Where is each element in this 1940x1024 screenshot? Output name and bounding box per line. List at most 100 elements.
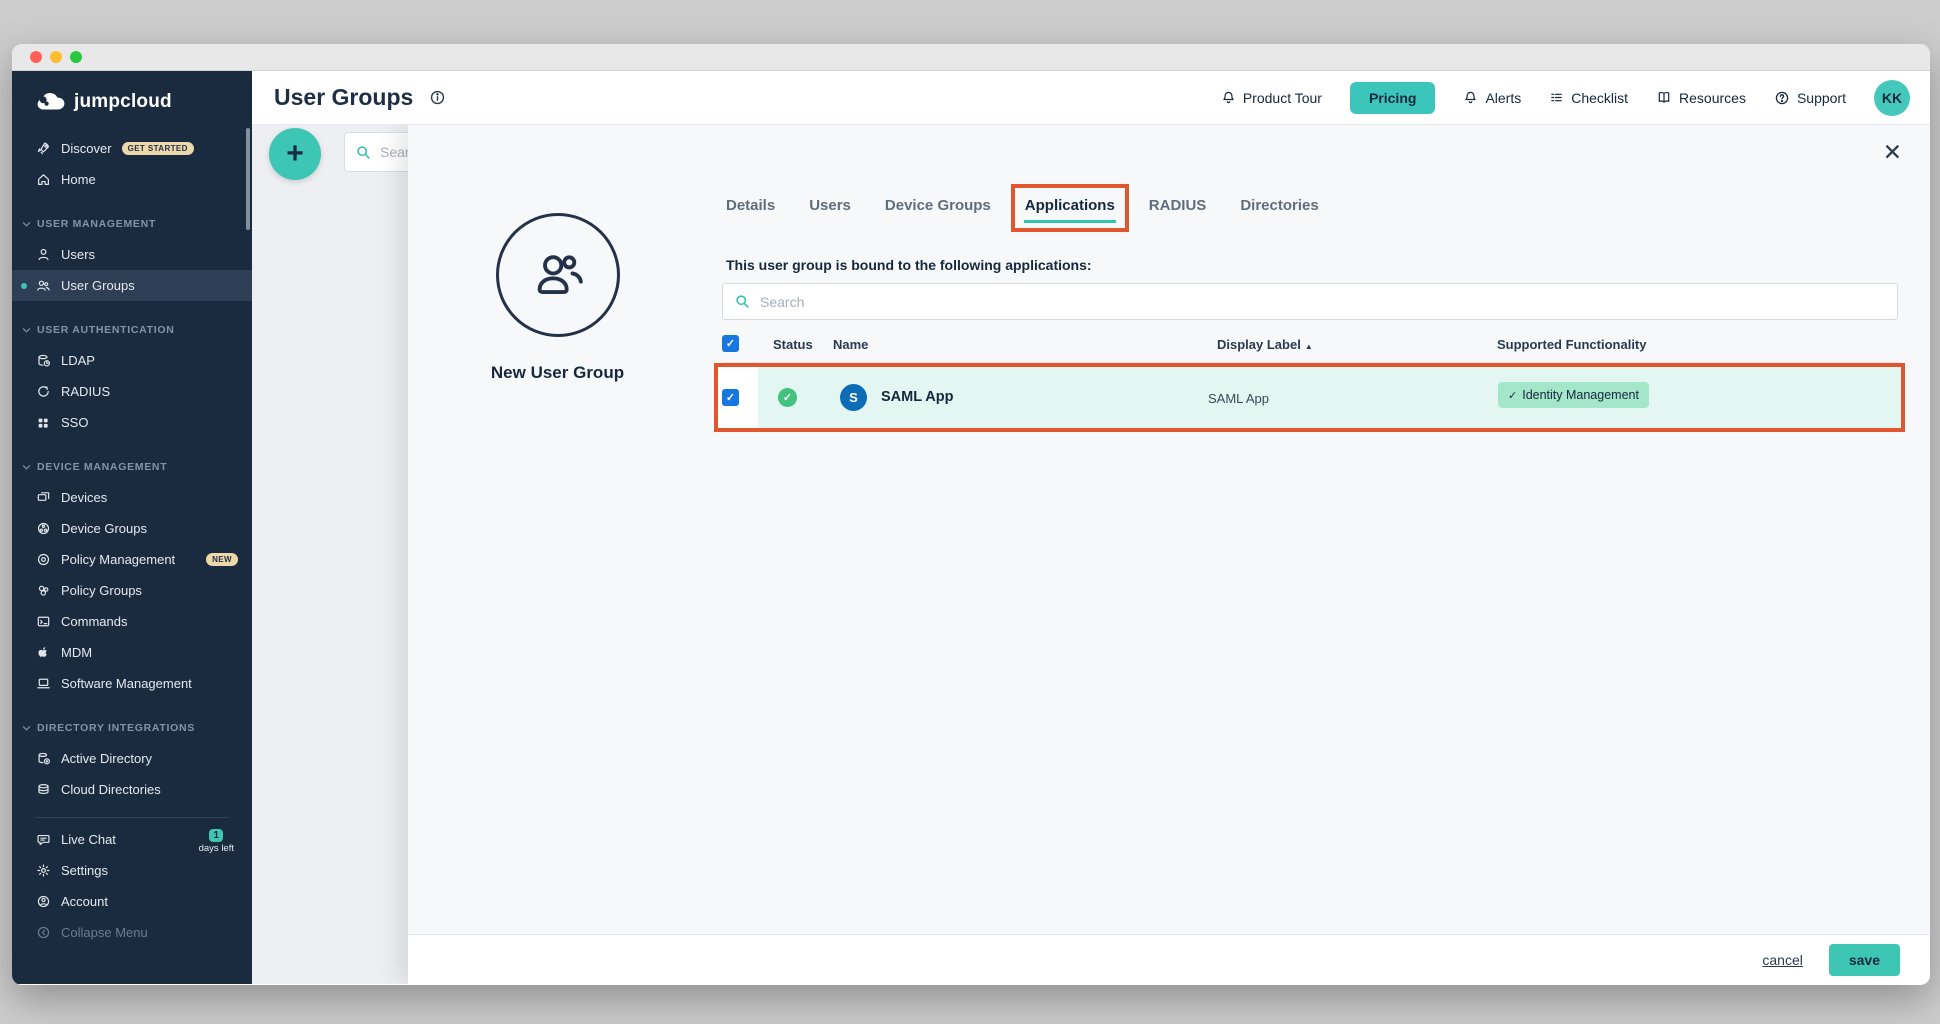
tab-radius[interactable]: RADIUS — [1149, 197, 1207, 214]
sidebar-item-device-groups[interactable]: Device Groups — [12, 513, 252, 544]
row-checkbox[interactable]: ✓ — [722, 389, 739, 406]
trial-days-badge: 1 days left — [199, 826, 234, 854]
product-tour-button[interactable]: Product Tour — [1221, 90, 1322, 106]
new-user-group-panel: ✕ New User Group Details Users Device Gr… — [408, 125, 1930, 984]
desktop-background: jumpcloud Discover GET STARTED Home USER… — [0, 0, 1940, 1024]
tab-device-groups[interactable]: Device Groups — [885, 197, 991, 214]
resources-button[interactable]: Resources — [1656, 90, 1746, 106]
bell-icon — [1463, 90, 1478, 106]
minimize-window-button[interactable] — [50, 51, 62, 63]
sidebar-item-users[interactable]: Users — [12, 239, 252, 270]
tab-directories[interactable]: Directories — [1240, 197, 1318, 214]
checklist-icon — [1549, 90, 1564, 105]
save-button[interactable]: save — [1829, 944, 1900, 976]
sidebar-item-software-management[interactable]: Software Management — [12, 668, 252, 699]
info-icon[interactable] — [429, 89, 446, 106]
app-avatar: S — [840, 384, 867, 411]
radius-icon — [35, 384, 51, 400]
checklist-button[interactable]: Checklist — [1549, 90, 1628, 106]
user-icon — [35, 247, 51, 263]
sidebar-item-devices[interactable]: Devices — [12, 482, 252, 513]
close-window-button[interactable] — [30, 51, 42, 63]
applications-search-input[interactable] — [760, 294, 1886, 310]
chat-bubble-icon — [35, 832, 51, 848]
table-row[interactable]: ✓ S SAML App SAML App ✓ Identity Managem… — [758, 367, 1901, 428]
section-user-authentication[interactable]: USER AUTHENTICATION — [12, 315, 252, 345]
laptop-icon — [35, 676, 51, 692]
zoom-window-button[interactable] — [70, 51, 82, 63]
apple-icon — [35, 645, 51, 661]
group-visual: New User Group — [465, 213, 650, 383]
panel-tabs: Details Users Device Groups Applications… — [726, 197, 1319, 214]
close-icon[interactable]: ✕ — [1883, 141, 1902, 164]
panel-description: This user group is bound to the followin… — [726, 257, 1092, 273]
sidebar-item-account[interactable]: Account — [12, 886, 252, 917]
sort-asc-icon: ▲ — [1305, 342, 1313, 351]
jumpcloud-logo: jumpcloud — [12, 85, 252, 119]
tab-applications[interactable]: Applications — [1025, 197, 1115, 214]
logo-wordmark: jumpcloud — [74, 91, 172, 113]
chevron-down-icon — [22, 221, 31, 228]
column-name[interactable]: Name — [833, 337, 868, 352]
page-header: User Groups Product Tour Pricing Alerts — [252, 71, 1930, 125]
sidebar-item-commands[interactable]: Commands — [12, 606, 252, 637]
sidebar-item-collapse-menu[interactable]: Collapse Menu — [12, 917, 252, 948]
content-area: + ✕ New User Group — [252, 125, 1930, 984]
tab-details[interactable]: Details — [726, 197, 775, 214]
app-name: SAML App — [881, 389, 954, 405]
add-user-group-button[interactable]: + — [269, 128, 321, 180]
column-display-label[interactable]: Display Label▲ — [1217, 337, 1313, 352]
column-status[interactable]: Status — [773, 337, 813, 352]
search-icon — [355, 144, 372, 161]
sidebar-item-live-chat[interactable]: Live Chat 1 days left — [12, 824, 252, 855]
tab-users[interactable]: Users — [809, 197, 851, 214]
sidebar-item-active-directory[interactable]: Active Directory — [12, 743, 252, 774]
user-avatar[interactable]: KK — [1874, 80, 1910, 116]
alerts-button[interactable]: Alerts — [1463, 90, 1521, 106]
user-group-avatar-icon — [496, 213, 620, 337]
directory-database-icon — [35, 751, 51, 767]
sidebar-item-sso[interactable]: SSO — [12, 407, 252, 438]
functionality-badge: ✓ Identity Management — [1498, 382, 1649, 408]
column-supported-functionality[interactable]: Supported Functionality — [1497, 337, 1647, 352]
section-user-management[interactable]: USER MANAGEMENT — [12, 209, 252, 239]
window-titlebar — [12, 44, 1930, 71]
question-circle-icon — [1774, 90, 1790, 106]
cancel-button[interactable]: cancel — [1762, 952, 1802, 968]
panel-footer: cancel save — [408, 934, 1930, 984]
section-directory-integrations[interactable]: DIRECTORY INTEGRATIONS — [12, 713, 252, 743]
sidebar-item-discover[interactable]: Discover GET STARTED — [12, 133, 252, 164]
user-group-icon — [35, 278, 51, 294]
sidebar-divider — [36, 817, 228, 818]
sidebar-item-radius[interactable]: RADIUS — [12, 376, 252, 407]
applications-search-box[interactable] — [722, 283, 1898, 320]
sidebar-item-settings[interactable]: Settings — [12, 855, 252, 886]
status-active-icon: ✓ — [778, 388, 797, 407]
sidebar-item-ldap[interactable]: LDAP — [12, 345, 252, 376]
new-badge: NEW — [206, 553, 238, 566]
app-display-label: SAML App — [1208, 391, 1269, 406]
get-started-badge: GET STARTED — [122, 142, 194, 155]
sidebar-item-user-groups[interactable]: User Groups — [12, 270, 252, 301]
support-button[interactable]: Support — [1774, 90, 1846, 106]
row-check-cell: ✓ — [718, 367, 758, 428]
target-icon — [35, 552, 51, 568]
section-device-management[interactable]: DEVICE MANAGEMENT — [12, 452, 252, 482]
sidebar-item-policy-management[interactable]: Policy Management NEW — [12, 544, 252, 575]
sidebar-item-policy-groups[interactable]: Policy Groups — [12, 575, 252, 606]
table-header: ✓ Status Name Display Label▲ Supported F… — [722, 331, 1902, 363]
chevron-down-icon — [22, 725, 31, 732]
sidebar-item-cloud-directories[interactable]: Cloud Directories — [12, 774, 252, 805]
chevron-down-icon — [22, 464, 31, 471]
app-window: jumpcloud Discover GET STARTED Home USER… — [12, 44, 1930, 985]
sidebar-item-home[interactable]: Home — [12, 164, 252, 195]
arrow-left-circle-icon — [35, 925, 51, 941]
database-icon — [35, 353, 51, 369]
select-all-checkbox[interactable]: ✓ — [722, 335, 739, 352]
devices-icon — [35, 490, 51, 506]
pricing-button[interactable]: Pricing — [1350, 82, 1435, 114]
account-circle-icon — [35, 894, 51, 910]
sidebar: jumpcloud Discover GET STARTED Home USER… — [12, 71, 252, 984]
sidebar-item-mdm[interactable]: MDM — [12, 637, 252, 668]
home-icon — [35, 172, 51, 188]
